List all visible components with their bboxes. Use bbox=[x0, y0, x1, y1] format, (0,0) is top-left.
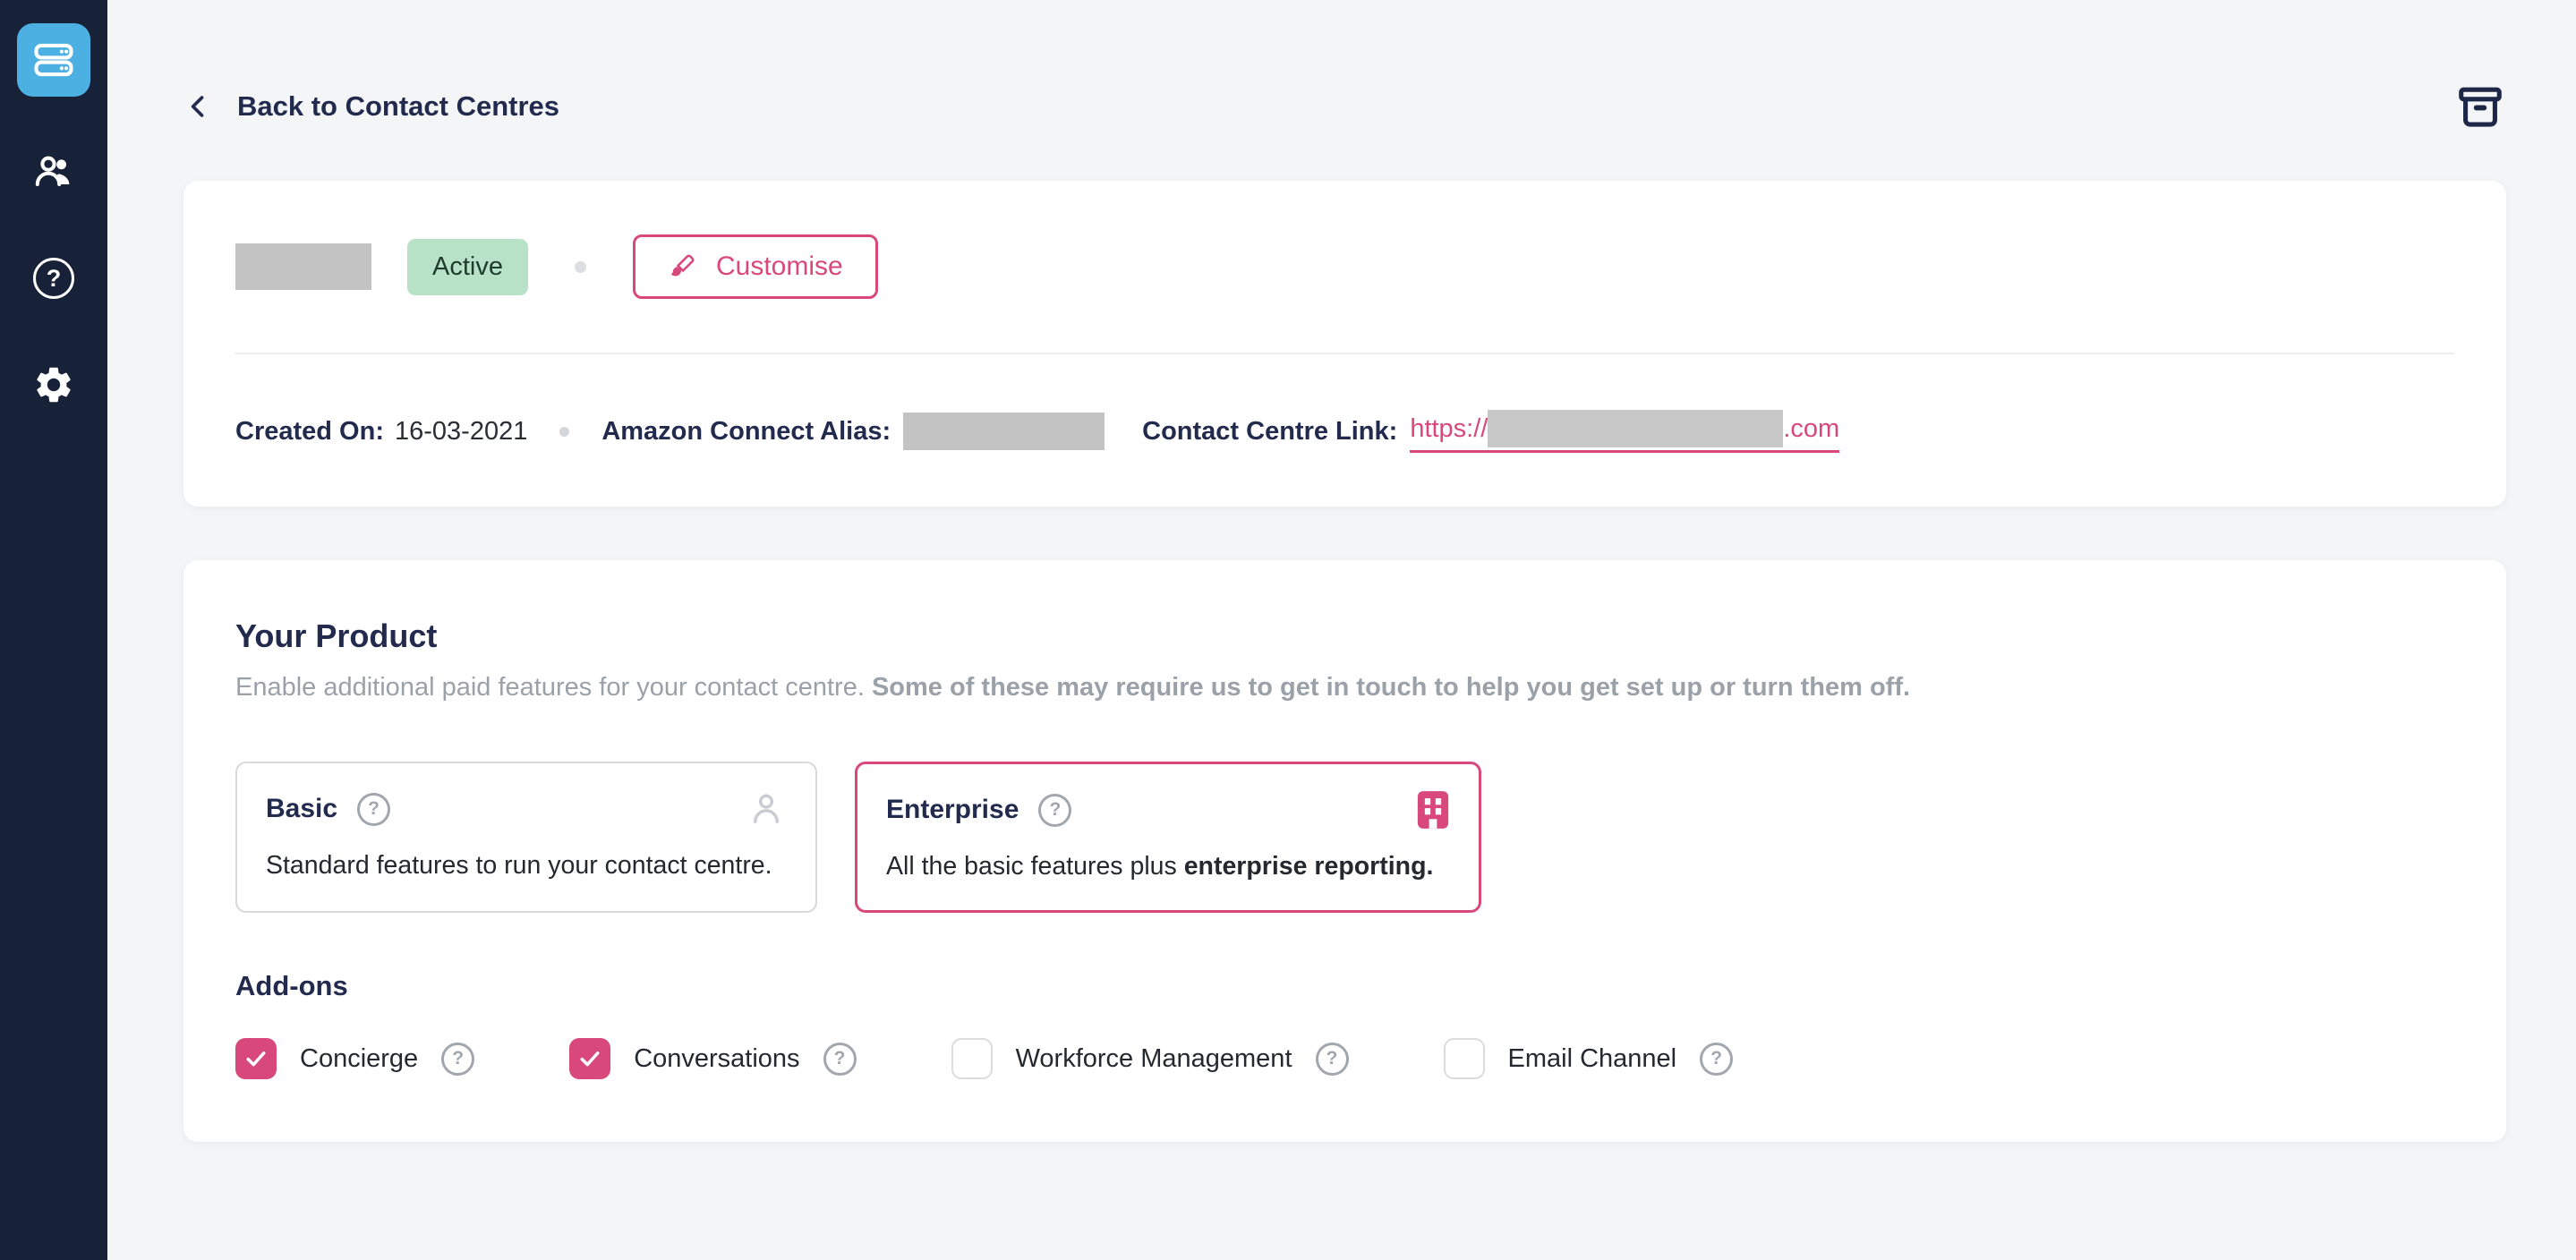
main-content: Back to Contact Centres Active bbox=[107, 0, 2576, 1260]
your-product-card: Your Product Enable additional paid feat… bbox=[183, 560, 2506, 1142]
help-icon[interactable]: ? bbox=[357, 793, 390, 826]
addons-row: Concierge ? Conversations ? Workforce Ma… bbox=[235, 1038, 2454, 1079]
dot-separator bbox=[575, 261, 586, 273]
addon-conversations[interactable]: Conversations ? bbox=[569, 1038, 856, 1079]
help-icon: ? bbox=[33, 258, 74, 299]
link-suffix: .com bbox=[1783, 414, 1839, 444]
addons-title: Add-ons bbox=[235, 970, 2454, 1002]
archive-button[interactable] bbox=[2454, 81, 2506, 132]
sidebar-item-users[interactable] bbox=[32, 150, 75, 193]
paintbrush-icon bbox=[668, 252, 696, 281]
link-prefix: https:// bbox=[1410, 414, 1488, 444]
subtitle-bold: Some of these may require us to get in t… bbox=[872, 673, 1910, 702]
created-on-label: Created On: bbox=[235, 417, 384, 446]
enterprise-title: Enterprise bbox=[886, 795, 1019, 825]
created-on: Created On: 16-03-2021 bbox=[235, 417, 527, 447]
connect-alias-label: Amazon Connect Alias: bbox=[601, 417, 891, 447]
server-stack-icon bbox=[30, 37, 77, 83]
help-icon[interactable]: ? bbox=[1316, 1043, 1349, 1076]
help-icon[interactable]: ? bbox=[823, 1043, 857, 1076]
help-icon[interactable]: ? bbox=[1700, 1043, 1733, 1076]
enterprise-head: Enterprise ? bbox=[886, 789, 1450, 830]
addon-label: Concierge bbox=[300, 1044, 418, 1074]
sidebar-nav: ? bbox=[32, 150, 75, 406]
summary-title-row: Active Customise bbox=[235, 234, 2454, 299]
addon-concierge[interactable]: Concierge ? bbox=[235, 1038, 474, 1079]
contact-centre-summary-card: Active Customise Created On: 16-03-2021 A… bbox=[183, 181, 2506, 507]
gear-icon bbox=[32, 363, 75, 406]
addon-label: Conversations bbox=[634, 1044, 799, 1074]
person-icon bbox=[746, 788, 787, 830]
chevron-left-icon bbox=[183, 91, 214, 122]
created-on-value: 16-03-2021 bbox=[395, 417, 527, 446]
customise-label: Customise bbox=[716, 251, 843, 282]
help-icon[interactable]: ? bbox=[1038, 794, 1071, 827]
product-option-basic[interactable]: Basic ? Standard features to run your co… bbox=[235, 762, 817, 913]
archive-icon bbox=[2454, 81, 2506, 132]
sidebar: ? bbox=[0, 0, 107, 1260]
users-icon bbox=[32, 150, 75, 193]
sidebar-item-settings[interactable] bbox=[32, 363, 75, 406]
checkbox-checked[interactable] bbox=[569, 1038, 610, 1079]
section-title: Your Product bbox=[235, 617, 2454, 655]
back-nav[interactable]: Back to Contact Centres bbox=[183, 90, 559, 123]
basic-title: Basic bbox=[266, 794, 337, 824]
product-options: Basic ? Standard features to run your co… bbox=[235, 762, 2454, 913]
status-badge: Active bbox=[407, 239, 528, 295]
app-logo[interactable] bbox=[17, 23, 90, 97]
basic-head: Basic ? bbox=[266, 788, 787, 830]
building-icon bbox=[1416, 789, 1450, 830]
redacted-alias-value bbox=[903, 413, 1105, 450]
connect-alias: Amazon Connect Alias: bbox=[601, 413, 1105, 450]
product-option-enterprise[interactable]: Enterprise ? All the bas bbox=[855, 762, 1481, 913]
addon-label: Workforce Management bbox=[1016, 1044, 1292, 1074]
contact-centre-link-label: Contact Centre Link: bbox=[1142, 417, 1397, 447]
dot-separator bbox=[559, 427, 569, 437]
page-header: Back to Contact Centres bbox=[183, 81, 2506, 132]
addon-email-channel[interactable]: Email Channel ? bbox=[1444, 1038, 1734, 1079]
contact-centre-link-anchor[interactable]: https:// .com bbox=[1410, 410, 1839, 453]
summary-divider bbox=[235, 353, 2454, 354]
subtitle-normal: Enable additional paid features for your… bbox=[235, 673, 872, 702]
summary-meta-row: Created On: 16-03-2021 Amazon Connect Ali… bbox=[235, 410, 2454, 453]
basic-description: Standard features to run your contact ce… bbox=[266, 851, 787, 881]
redacted-centre-name bbox=[235, 243, 371, 290]
redacted-link-value bbox=[1488, 410, 1783, 447]
back-label: Back to Contact Centres bbox=[237, 90, 559, 123]
contact-centre-link: Contact Centre Link: https:// .com bbox=[1142, 410, 1839, 453]
addon-workforce-management[interactable]: Workforce Management ? bbox=[951, 1038, 1349, 1079]
checkbox-checked[interactable] bbox=[235, 1038, 277, 1079]
checkbox-unchecked[interactable] bbox=[1444, 1038, 1485, 1079]
customise-button[interactable]: Customise bbox=[633, 234, 878, 299]
help-icon[interactable]: ? bbox=[441, 1043, 474, 1076]
enterprise-description: All the basic features plus enterprise r… bbox=[886, 852, 1450, 881]
sidebar-item-help[interactable]: ? bbox=[33, 258, 74, 299]
section-subtitle: Enable additional paid features for your… bbox=[235, 673, 2454, 702]
addon-label: Email Channel bbox=[1508, 1044, 1677, 1074]
checkbox-unchecked[interactable] bbox=[951, 1038, 993, 1079]
